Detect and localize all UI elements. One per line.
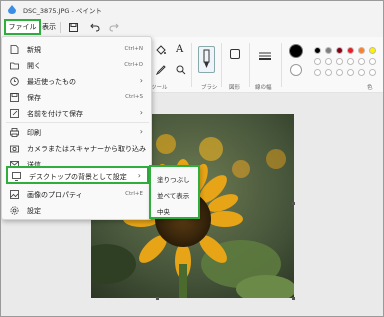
color-swatch-black[interactable]: [314, 47, 321, 54]
menu-item-open[interactable]: 開く Ctrl+O: [6, 57, 149, 73]
color-swatch-empty[interactable]: [314, 58, 321, 65]
file-menu-button[interactable]: ファイル: [4, 19, 41, 35]
view-menu-button[interactable]: 表示: [42, 22, 56, 32]
menu-item-shortcut: Ctrl+N: [124, 46, 143, 52]
menu-item-label: 保存: [27, 94, 41, 102]
menu-item-label: 最近使ったもの: [27, 78, 76, 86]
color-swatch-empty[interactable]: [347, 69, 354, 76]
camera-icon: [10, 145, 19, 153]
save-icon: [10, 93, 19, 102]
clock-icon: [10, 77, 19, 86]
menu-item-shortcut: Ctrl+E: [125, 191, 143, 197]
color-swatch-red[interactable]: [347, 47, 354, 54]
text-tool-icon[interactable]: A: [176, 44, 183, 55]
resize-handle[interactable]: [292, 297, 295, 300]
menu-item-new[interactable]: 新規 Ctrl+N: [6, 41, 149, 57]
ribbon-separator: [281, 43, 282, 87]
fill-bucket-icon[interactable]: [156, 45, 166, 55]
chevron-right-icon: ›: [139, 108, 143, 117]
menu-item-save[interactable]: 保存 Ctrl+S: [6, 89, 149, 105]
size-label: 線の幅: [255, 85, 272, 91]
chevron-right-icon: ›: [137, 171, 141, 180]
image-properties-icon: [10, 190, 19, 199]
menu-item-shortcut: Ctrl+O: [124, 62, 143, 68]
brush-button[interactable]: [198, 46, 215, 73]
menu-item-settings[interactable]: 設定: [6, 202, 149, 218]
ribbon-separator: [249, 43, 250, 87]
color-picker-icon[interactable]: [156, 65, 166, 75]
color-swatch-empty[interactable]: [336, 69, 343, 76]
shapes-icon[interactable]: [230, 49, 240, 59]
colors-label: 色: [367, 85, 373, 91]
menu-item-recent[interactable]: 最近使ったもの ›: [6, 73, 149, 89]
menu-item-save-as[interactable]: 名前を付けて保存 ›: [6, 105, 149, 121]
primary-color[interactable]: [289, 44, 303, 58]
tools-label: ツール: [151, 85, 168, 91]
menu-item-shortcut: Ctrl+S: [125, 94, 143, 100]
open-folder-icon: [10, 62, 19, 70]
menu-item-set-as-desktop-background[interactable]: デスクトップの背景として設定 ›: [6, 166, 149, 184]
gear-icon: [10, 206, 19, 215]
undo-icon: [90, 23, 100, 31]
printer-icon: [10, 128, 19, 137]
menu-item-label: 画像のプロパティ: [27, 191, 83, 199]
ribbon-separator: [191, 43, 192, 87]
menu-item-print[interactable]: 印刷 ›: [6, 124, 149, 140]
color-swatch-empty[interactable]: [325, 69, 332, 76]
ribbon-separator: [221, 43, 222, 87]
line-width-icon[interactable]: [259, 52, 271, 60]
window-title: DSC_3875.JPG - ペイント: [23, 7, 102, 15]
new-file-icon: [10, 45, 19, 54]
color-swatch-yellow[interactable]: [369, 47, 376, 54]
resize-handle[interactable]: [292, 202, 295, 205]
undo-button[interactable]: [89, 21, 101, 33]
menu-separator: [6, 122, 149, 123]
color-swatch-empty[interactable]: [314, 69, 321, 76]
color-swatch-empty[interactable]: [369, 69, 376, 76]
title-bar: DSC_3875.JPG - ペイント: [1, 1, 383, 18]
brushes-label: ブラシ: [201, 85, 218, 91]
file-menu-dropdown: 新規 Ctrl+N 開く Ctrl+O 最近使ったもの › 保存 Ctrl+S …: [1, 36, 152, 220]
submenu-item-tile[interactable]: 並べて表示: [157, 190, 189, 200]
menu-bar: ファイル 表示: [1, 18, 383, 37]
save-icon: [68, 22, 78, 32]
menu-item-label: 設定: [27, 207, 41, 215]
brush-icon: [203, 49, 210, 68]
menu-item-label: デスクトップの背景として設定: [29, 173, 127, 181]
menu-item-label: カメラまたはスキャナーから取り込み: [27, 145, 146, 153]
desktop-background-icon: [12, 172, 21, 181]
paint-app-icon: [8, 5, 16, 14]
submenu-item-center[interactable]: 中央: [157, 206, 170, 216]
paint-window: DSC_3875.JPG - ペイント ファイル 表示 A ツール ブラシ 図形: [0, 0, 384, 317]
color-swatch-orange[interactable]: [358, 47, 365, 54]
menu-item-label: 印刷: [27, 129, 41, 137]
menu-item-import-camera-scanner[interactable]: カメラまたはスキャナーから取り込み: [6, 140, 149, 156]
save-button[interactable]: [67, 21, 79, 33]
magnifier-icon[interactable]: [176, 65, 186, 75]
color-swatch-empty[interactable]: [358, 69, 365, 76]
color-swatch-empty[interactable]: [358, 58, 365, 65]
desktop-background-submenu: 塗りつぶし 並べて表示 中央: [149, 165, 200, 219]
redo-button[interactable]: [108, 21, 120, 33]
shapes-label: 図形: [229, 85, 241, 91]
color-swatch-empty[interactable]: [369, 58, 376, 65]
submenu-item-fill[interactable]: 塗りつぶし: [157, 174, 190, 184]
redo-icon: [109, 23, 119, 31]
menu-item-label: 開く: [27, 62, 41, 70]
menu-item-image-properties[interactable]: 画像のプロパティ Ctrl+E: [6, 186, 149, 202]
menu-item-label: 名前を付けて保存: [27, 110, 83, 118]
color-swatch-empty[interactable]: [336, 58, 343, 65]
color-swatch-empty[interactable]: [347, 58, 354, 65]
color-swatch-gray[interactable]: [325, 47, 332, 54]
color-swatch-darkred[interactable]: [336, 47, 343, 54]
secondary-color[interactable]: [290, 64, 302, 76]
toolbar-separator: [60, 22, 61, 33]
chevron-right-icon: ›: [139, 76, 143, 85]
color-swatch-empty[interactable]: [325, 58, 332, 65]
chevron-right-icon: ›: [139, 127, 143, 136]
save-as-icon: [10, 109, 19, 118]
resize-handle[interactable]: [156, 297, 159, 300]
menu-item-label: 新規: [27, 46, 41, 54]
